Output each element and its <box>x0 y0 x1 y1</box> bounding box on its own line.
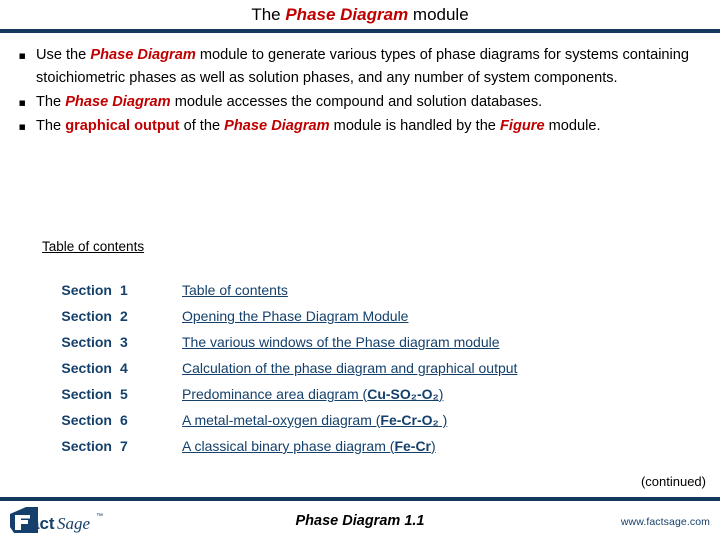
toc-row: Section 6 A metal-metal-oxygen diagram (… <box>0 412 720 438</box>
bullet-2-seg-0: The <box>36 118 66 134</box>
bullet-list: ▪ Use the Phase Diagram module to genera… <box>0 44 706 139</box>
bullet-square-icon: ▪ <box>18 120 26 133</box>
toc-row: Section 4 Calculation of the phase diagr… <box>0 360 720 386</box>
footer-title: Phase Diagram 1.1 <box>295 513 425 529</box>
toc-link-text: The various windows of the Phase diagram… <box>182 334 500 350</box>
toc-link-formula: Cu-SO₂-O₂ <box>367 386 439 402</box>
toc-link-section-4[interactable]: Calculation of the phase diagram and gra… <box>182 360 517 376</box>
footer: act Sage ™ Phase Diagram 1.1 www.factsag… <box>0 501 720 540</box>
toc-row: Section 5 Predominance area diagram (Cu-… <box>0 386 720 412</box>
toc-link-section-6[interactable]: A metal-metal-oxygen diagram (Fe-Cr-O₂ ) <box>182 412 447 428</box>
toc-link-text: Table of contents <box>182 282 288 298</box>
toc-link-text: A metal-metal-oxygen diagram ( <box>182 412 381 428</box>
bullet-1-seg-2: module accesses the compound and solutio… <box>170 94 543 110</box>
page-title-pre: The <box>251 5 286 24</box>
page-title-post: module <box>408 5 469 24</box>
toc-link-section-7[interactable]: A classical binary phase diagram (Fe-Cr) <box>182 438 436 454</box>
header-divider <box>0 29 720 33</box>
footer-url[interactable]: www.factsage.com <box>621 516 710 528</box>
toc-row: Section 2 Opening the Phase Diagram Modu… <box>0 308 720 334</box>
toc-row: Section 1 Table of contents <box>0 282 720 308</box>
toc-section-label: Section <box>61 308 112 324</box>
table-of-contents: Section 1 Table of contents Section 2 Op… <box>0 282 720 464</box>
toc-section-number: 2 <box>120 308 128 324</box>
toc-section-label: Section <box>61 334 112 350</box>
page-title: The Phase Diagram module <box>0 0 720 25</box>
list-item: ▪ The graphical output of the Phase Diag… <box>0 115 706 138</box>
toc-section-label: Section <box>61 386 112 402</box>
list-item: ▪ Use the Phase Diagram module to genera… <box>0 44 706 90</box>
toc-link-text: Calculation of the phase diagram and gra… <box>182 360 518 376</box>
toc-link-section-2[interactable]: Opening the Phase Diagram Module <box>182 308 408 324</box>
toc-row: Section 7 A classical binary phase diagr… <box>0 438 720 464</box>
toc-link-text: A classical binary phase diagram ( <box>182 438 395 454</box>
toc-link-text: Opening the Phase Diagram Module <box>182 308 409 324</box>
toc-link-formula: Fe-Cr-O₂ <box>380 412 439 428</box>
list-item-text: The Phase Diagram module accesses the co… <box>36 91 556 114</box>
bullet-2-seg-5: Figure <box>499 118 545 134</box>
toc-link-tail: ) <box>438 386 444 402</box>
list-item-text: Use the Phase Diagram module to generate… <box>36 44 706 90</box>
bullet-0-seg-0: Use the <box>36 47 91 63</box>
toc-link-text: Predominance area diagram ( <box>182 386 368 402</box>
toc-section-number: 1 <box>120 282 128 298</box>
bullet-1-seg-1: Phase Diagram <box>65 94 171 110</box>
toc-link-formula: Fe-Cr <box>394 438 431 454</box>
bullet-0-seg-1: Phase Diagram <box>90 47 196 63</box>
list-item-text: The graphical output of the Phase Diagra… <box>36 115 615 138</box>
toc-section-label: Section <box>61 360 112 376</box>
toc-link-section-1[interactable]: Table of contents <box>182 282 288 298</box>
continued-label: (continued) <box>640 474 706 489</box>
toc-heading: Table of contents <box>42 239 145 254</box>
bullet-2-seg-4: module is handled by the <box>329 118 500 134</box>
bullet-square-icon: ▪ <box>18 96 26 109</box>
page-title-highlight: Phase Diagram <box>285 5 409 24</box>
toc-section-number: 4 <box>120 360 128 376</box>
toc-link-tail: ) <box>438 412 448 428</box>
bullet-2-seg-6: module. <box>544 118 601 134</box>
bullet-1-seg-0: The <box>36 94 66 110</box>
bullet-square-icon: ▪ <box>18 49 26 62</box>
bullet-2-seg-1: graphical output <box>65 118 180 134</box>
toc-section-number: 5 <box>120 386 128 402</box>
toc-section-number: 6 <box>120 412 128 428</box>
toc-section-number: 3 <box>120 334 128 350</box>
bullet-2-seg-2: of the <box>179 118 225 134</box>
toc-link-tail: ) <box>431 438 436 454</box>
toc-section-label: Section <box>61 438 112 454</box>
toc-link-section-3[interactable]: The various windows of the Phase diagram… <box>182 334 500 350</box>
toc-section-label: Section <box>61 282 112 298</box>
toc-section-number: 7 <box>120 438 128 454</box>
list-item: ▪ The Phase Diagram module accesses the … <box>0 91 706 114</box>
bullet-2-seg-3: Phase Diagram <box>224 118 330 134</box>
toc-link-section-5[interactable]: Predominance area diagram (Cu-SO₂-O₂) <box>182 386 443 402</box>
toc-row: Section 3 The various windows of the Pha… <box>0 334 720 360</box>
toc-section-label: Section <box>61 412 112 428</box>
